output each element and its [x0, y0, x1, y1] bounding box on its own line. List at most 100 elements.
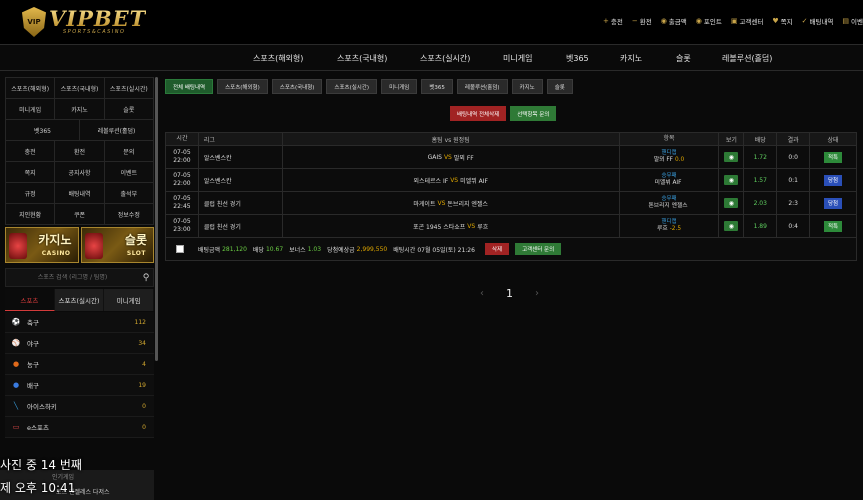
sidebar-menu-item[interactable]: 출석부 — [104, 183, 154, 204]
main-nav-item[interactable]: 미니게임 — [503, 53, 532, 64]
sidebar-scrollbar[interactable] — [155, 77, 158, 361]
filter-tab[interactable]: 카지노 — [511, 79, 543, 94]
sport-list-item[interactable]: ⚽ 축구 112 — [5, 312, 154, 333]
top-link-6[interactable]: ✓ 배팅내역 — [802, 16, 834, 26]
sport-tab[interactable]: 미니게임 — [104, 289, 155, 311]
sport-name: 축구 — [27, 319, 39, 327]
bet-pick: 승무패 미엘뷔 AIF — [620, 169, 720, 191]
sidebar-menu-item[interactable]: 레볼루션(홀덤) — [80, 120, 154, 141]
sport-icon: ⚽ — [11, 318, 21, 326]
result-score: 2:3 — [777, 192, 811, 214]
main-nav-item[interactable]: 스포츠(국내형) — [337, 53, 387, 64]
sidebar-menu-item[interactable]: 벳365 — [6, 120, 80, 141]
sport-tab[interactable]: 스포츠 — [5, 289, 55, 311]
top-link-2[interactable]: ◉ 출금액 — [661, 16, 687, 26]
top-link-3[interactable]: ◉ 포인트 — [696, 16, 722, 26]
sidebar-menu-item[interactable]: 카지노 — [55, 99, 105, 120]
banner-sub: CASINO — [41, 250, 71, 257]
sport-list-item[interactable]: ▭ e스포츠 0 — [5, 417, 154, 438]
sidebar-menu-item[interactable]: 정보수정 — [104, 204, 154, 225]
eye-icon[interactable]: ◉ — [724, 221, 739, 231]
sport-name: 야구 — [27, 340, 39, 348]
sidebar-menu-item[interactable]: 미니게임 — [6, 99, 56, 120]
filter-tab[interactable]: 스포츠(국내형) — [271, 79, 323, 94]
select-checkbox[interactable] — [176, 245, 184, 253]
column-header: 리그 — [199, 133, 283, 145]
top-link-label: 출금액 — [668, 18, 687, 26]
logo[interactable]: VIP VIPBET SPORTS&CASINO — [22, 6, 146, 38]
home-team: 마게이트 — [413, 200, 436, 208]
delete-all-button[interactable]: 배팅내역 전체삭제 — [450, 106, 507, 121]
match-hour: 22:00 — [173, 180, 191, 187]
view-cell: ◉ — [719, 192, 745, 214]
match-date: 07-05 — [173, 149, 191, 156]
main-nav-item[interactable]: 스포츠(해외형) — [253, 53, 303, 64]
prev-page-icon[interactable]: ‹ — [480, 288, 484, 299]
vs-label: VS — [437, 199, 446, 207]
ask-selected-button[interactable]: 선택항목 문의 — [510, 106, 557, 121]
sport-list-item[interactable]: ● 농구 4 — [5, 354, 154, 375]
ask-support-button[interactable]: 고객센터 문의 — [515, 243, 562, 255]
main-nav-item[interactable]: 카지노 — [620, 53, 642, 64]
match-time: 07-05 22:45 — [166, 192, 199, 214]
match-hour: 23:00 — [173, 226, 191, 233]
home-team: GAIS — [427, 153, 442, 161]
sport-list-item[interactable]: ● 배구 19 — [5, 375, 154, 396]
sport-name: 아이스하키 — [27, 403, 57, 411]
sport-list-item[interactable]: ╲ 아이스하키 0 — [5, 396, 154, 417]
sport-icon: ● — [12, 360, 20, 368]
main-nav-item[interactable]: 벳365 — [566, 53, 589, 64]
vs-label: VS — [467, 222, 476, 230]
filter-tab[interactable]: 레볼루션(홀덤) — [456, 79, 508, 94]
sidebar-menu-item[interactable]: 이벤트 — [104, 162, 154, 183]
sidebar-menu-item[interactable]: 공지사항 — [55, 162, 105, 183]
banner-1[interactable]: 슬롯 SLOT — [80, 227, 154, 263]
sidebar-menu-item[interactable]: 쿠폰 — [55, 204, 105, 225]
vs-label: VS — [450, 176, 459, 184]
sidebar: 스포츠(해외형) 스포츠(국내형) 스포츠(실시간) 미니게임 카지노 슬롯 벳365 레볼… — [5, 77, 155, 500]
filter-tab[interactable]: 벳365 — [421, 79, 453, 94]
filter-tab[interactable]: 스포츠(해외형) — [217, 79, 268, 94]
main-nav-item[interactable]: 레볼루션(홀덤) — [722, 53, 772, 64]
top-link-0[interactable]: + 충전 — [603, 16, 623, 26]
top-link-1[interactable]: − 환전 — [632, 16, 652, 26]
sport-list-item[interactable]: ⚾ 야구 34 — [5, 333, 154, 354]
sidebar-menu-item[interactable]: 쪽지 — [6, 162, 56, 183]
next-page-icon[interactable]: › — [535, 288, 539, 299]
pick-line: 루흐 -2.5 — [657, 226, 681, 234]
odds-cell: 1.72 — [744, 146, 778, 168]
eye-icon[interactable]: ◉ — [724, 198, 739, 208]
sidebar-menu-item[interactable]: 충전 — [6, 141, 56, 162]
sidebar-menu-item[interactable]: 스포츠(실시간) — [104, 78, 154, 99]
top-link-7[interactable]: ▤ 이벤 — [842, 16, 863, 26]
sidebar-menu-item[interactable]: 환전 — [55, 141, 105, 162]
sidebar-menu-item[interactable]: 지인현황 — [6, 204, 56, 225]
top-link-4[interactable]: ▣ 고객센터 — [731, 16, 764, 26]
eye-icon[interactable]: ◉ — [724, 175, 739, 185]
top-link-5[interactable]: ♥ 쪽지 — [772, 16, 792, 26]
sidebar-menu-item[interactable]: 슬롯 — [104, 99, 154, 120]
eye-icon[interactable]: ◉ — [724, 152, 739, 162]
sidebar-menu-item[interactable]: 배팅내역 — [55, 183, 105, 204]
filter-tab[interactable]: 전체 배팅내역 — [165, 79, 214, 94]
banner-0[interactable]: 카지노 CASINO — [5, 227, 79, 263]
match-teams: GAIS VS 말뫼 FF — [283, 146, 620, 168]
sidebar-menu-item[interactable]: 스포츠(국내형) — [55, 78, 105, 99]
main-nav-item[interactable]: 스포츠(실시간) — [420, 53, 470, 64]
sport-search-input[interactable] — [6, 274, 139, 281]
filter-tab[interactable]: 슬롯 — [546, 79, 573, 94]
sport-tab[interactable]: 스포츠(실시간) — [54, 289, 105, 311]
sidebar-menu-item[interactable]: 스포츠(해외형) — [6, 78, 56, 99]
banner-title: 슬롯 — [124, 233, 147, 247]
current-page[interactable]: 1 — [506, 287, 513, 300]
filter-tab[interactable]: 미니게임 — [381, 79, 418, 94]
search-icon[interactable]: ⚲ — [139, 273, 153, 283]
bet-time-label: 배팅시간 — [393, 246, 416, 254]
sidebar-menu-item[interactable]: 규정 — [6, 183, 56, 204]
sidebar-menu-item[interactable]: 문의 — [104, 141, 154, 162]
filter-tab[interactable]: 스포츠(실시간) — [326, 79, 378, 94]
total-odds-label: 배당 — [252, 246, 264, 254]
table-row: 07-05 22:45 클럽 친선 경기 마게이트 VS 돈브리지 엔젤스 승무패 톤브리지 … — [165, 192, 857, 215]
delete-bet-button[interactable]: 삭제 — [484, 243, 510, 255]
main-nav-item[interactable]: 슬롯 — [676, 53, 691, 64]
